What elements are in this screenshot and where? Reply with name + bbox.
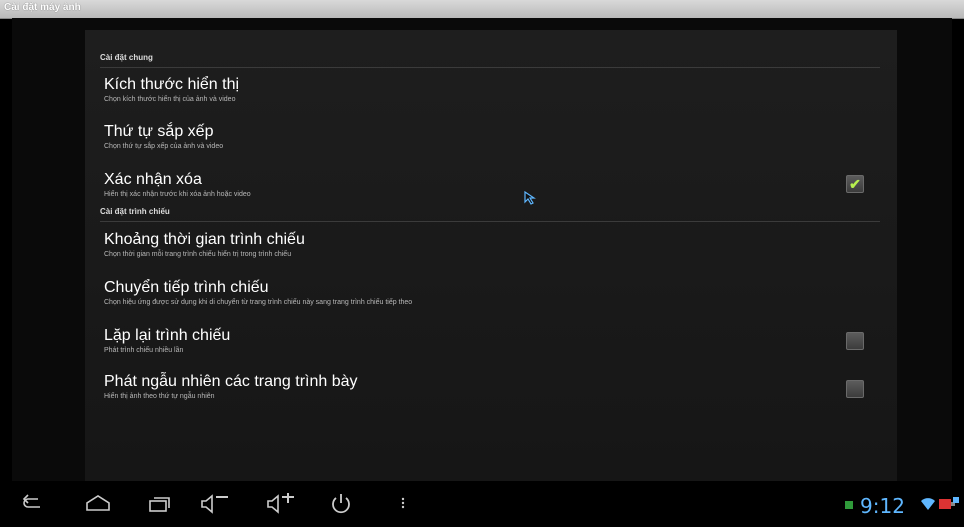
setting-subtitle: Hiển thị xác nhận trước khi xóa ảnh hoặc… (104, 191, 251, 198)
recent-apps-icon[interactable] (148, 493, 172, 513)
section-header-general: Cài đặt chung (100, 53, 880, 68)
repeat-slideshow-checkbox[interactable] (846, 332, 864, 350)
menu-icon[interactable] (400, 493, 406, 513)
back-icon[interactable] (22, 493, 44, 513)
setting-title: Kích thước hiển thị (104, 76, 240, 93)
setting-subtitle: Chọn kích thước hiển thị của ảnh và vide… (104, 96, 236, 103)
shuffle-slides-checkbox[interactable] (846, 380, 864, 398)
setting-subtitle: Chọn thời gian mỗi trang trình chiếu hiể… (104, 251, 292, 258)
setting-subtitle: Chọn thứ tự sắp xếp của ảnh và video (104, 143, 224, 150)
window-titlebar: Cài đặt máy ảnh (0, 0, 964, 19)
setting-slideshow-transition[interactable]: Chuyển tiếp trình chiếu Chọn hiệu ứng đư… (104, 279, 874, 306)
battery-icon (939, 497, 959, 509)
setting-repeat-slideshow[interactable]: Lặp lại trình chiếu Phát trình chiếu nhi… (104, 327, 874, 354)
setting-display-size[interactable]: Kích thước hiển thị Chọn kích thước hiển… (104, 76, 874, 103)
mouse-cursor-icon (524, 191, 536, 205)
setting-sort-order[interactable]: Thứ tự sắp xếp Chọn thứ tự sắp xếp của ả… (104, 123, 874, 150)
setting-slideshow-interval[interactable]: Khoảng thời gian trình chiếu Chọn thời g… (104, 231, 874, 258)
power-icon[interactable] (330, 493, 352, 515)
setting-subtitle: Phát trình chiếu nhiều lần (104, 347, 184, 354)
system-nav-bar: 9:12 (0, 481, 964, 527)
setting-subtitle: Hiển thị ảnh theo thứ tự ngẫu nhiên (104, 393, 215, 400)
setting-confirm-delete[interactable]: Xác nhận xóa Hiển thị xác nhận trước khi… (104, 171, 874, 198)
clock: 9:12 (860, 494, 905, 518)
notification-icon[interactable] (845, 501, 853, 509)
setting-title: Phát ngẫu nhiên các trang trình bày (104, 373, 358, 390)
setting-title: Chuyển tiếp trình chiếu (104, 279, 269, 296)
home-icon[interactable] (85, 493, 111, 513)
volume-down-icon[interactable] (200, 493, 230, 515)
volume-up-icon[interactable] (266, 493, 296, 515)
setting-title: Xác nhận xóa (104, 171, 202, 188)
settings-panel: Cài đặt chung Kích thước hiển thị Chọn k… (85, 30, 897, 481)
confirm-delete-checkbox[interactable]: ✔ (846, 175, 864, 193)
android-screen: Cài đặt chung Kích thước hiển thị Chọn k… (12, 18, 952, 481)
setting-title: Thứ tự sắp xếp (104, 123, 214, 140)
wifi-icon (921, 498, 935, 510)
setting-title: Khoảng thời gian trình chiếu (104, 231, 305, 248)
setting-shuffle-slides[interactable]: Phát ngẫu nhiên các trang trình bày Hiển… (104, 373, 874, 400)
section-header-slideshow: Cài đặt trình chiếu (100, 207, 880, 222)
setting-title: Lặp lại trình chiếu (104, 327, 231, 344)
setting-subtitle: Chọn hiệu ứng được sử dụng khi di chuyển… (104, 299, 413, 306)
window-title: Cài đặt máy ảnh (4, 2, 81, 13)
